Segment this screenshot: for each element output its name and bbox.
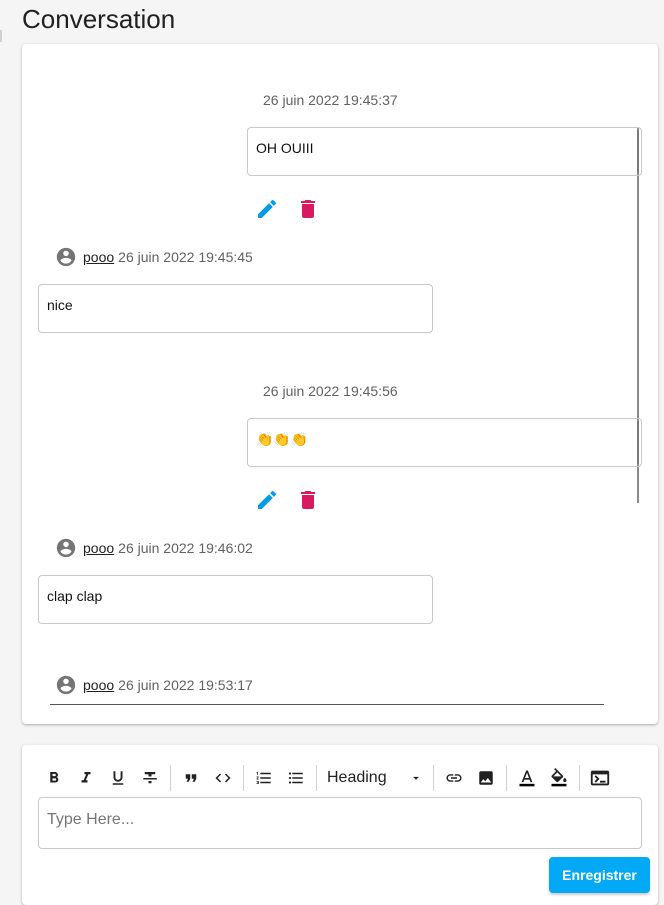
- underline-icon: [112, 771, 124, 785]
- bullet-list-icon: [288, 772, 303, 784]
- quote-button[interactable]: [175, 764, 207, 792]
- underline-button[interactable]: [102, 764, 134, 792]
- italic-icon: [81, 772, 91, 783]
- terminal-icon: [590, 770, 610, 786]
- message-bubble: 👏👏👏: [247, 418, 642, 467]
- message-timestamp: 26 juin 2022 19:53:17: [118, 677, 253, 693]
- image-button[interactable]: [470, 764, 502, 792]
- message-header: pooo 26 juin 2022 19:53:17: [55, 674, 253, 696]
- message-text: 👏👏👏: [256, 431, 309, 447]
- bubble-edge: [637, 130, 639, 173]
- highlight-button[interactable]: [543, 764, 575, 792]
- ordered-list-icon: [256, 772, 271, 784]
- left-edge-tab: [0, 30, 2, 42]
- message-timestamp: 26 juin 2022 19:45:45: [118, 249, 253, 265]
- author-link[interactable]: pooo: [83, 540, 114, 556]
- editor-toolbar: Heading: [38, 763, 648, 793]
- author-link[interactable]: pooo: [83, 249, 114, 265]
- delete-button[interactable]: [296, 488, 320, 512]
- avatar-icon: [56, 247, 76, 267]
- toolbar-divider: [579, 765, 580, 791]
- toolbar-divider: [506, 765, 507, 791]
- link-icon: [446, 774, 462, 782]
- highlight-icon: [551, 768, 567, 787]
- message-editor: Heading Type Here... Enregistrer: [22, 745, 658, 905]
- conversation-panel[interactable]: 26 juin 2022 19:45:37 OH OUIII pooo 26 j…: [22, 44, 658, 724]
- message-input-placeholder: Type Here...: [47, 811, 135, 828]
- toolbar-divider: [316, 765, 317, 791]
- strikethrough-button[interactable]: [134, 764, 166, 792]
- message-header: pooo 26 juin 2022 19:46:02: [55, 537, 253, 559]
- message-bubble: OH OUIII: [247, 127, 642, 176]
- message-timestamp: 26 juin 2022 19:46:02: [118, 540, 253, 556]
- bold-icon: [50, 772, 59, 783]
- message-text: nice: [47, 297, 73, 313]
- bubble-edge: [637, 421, 639, 464]
- heading-label: Heading: [327, 769, 387, 786]
- page-title: Conversation: [22, 4, 176, 34]
- bubble-top-edge: [50, 704, 604, 705]
- toolbar-divider: [170, 765, 171, 791]
- toolbar-divider: [433, 765, 434, 791]
- message-text: clap clap: [47, 588, 103, 604]
- edit-button[interactable]: [255, 197, 279, 221]
- quote-icon: [185, 774, 197, 782]
- message-bubble: nice: [38, 284, 433, 333]
- message-timestamp: 26 juin 2022 19:45:37: [263, 92, 398, 108]
- bold-button[interactable]: [38, 764, 70, 792]
- ordered-list-button[interactable]: [248, 764, 280, 792]
- terminal-button[interactable]: [584, 764, 616, 792]
- message-timestamp: 26 juin 2022 19:45:56: [263, 383, 398, 399]
- image-icon: [479, 771, 493, 785]
- text-color-icon: [519, 770, 535, 787]
- pencil-icon: [258, 199, 277, 218]
- code-button[interactable]: [207, 764, 239, 792]
- heading-select[interactable]: Heading: [321, 769, 429, 787]
- caret-down-icon: [413, 776, 419, 780]
- bullet-list-button[interactable]: [280, 764, 312, 792]
- text-color-button[interactable]: [511, 764, 543, 792]
- pencil-icon: [258, 490, 277, 509]
- message-bubble: clap clap: [38, 575, 433, 624]
- link-button[interactable]: [438, 764, 470, 792]
- code-icon: [215, 773, 231, 783]
- message-header: pooo 26 juin 2022 19:45:45: [55, 246, 253, 268]
- delete-button[interactable]: [296, 197, 320, 221]
- strikethrough-icon: [143, 772, 157, 784]
- message-input[interactable]: Type Here...: [38, 797, 642, 849]
- avatar-icon: [56, 675, 76, 695]
- save-button[interactable]: Enregistrer: [549, 857, 650, 893]
- italic-button[interactable]: [70, 764, 102, 792]
- author-link[interactable]: pooo: [83, 677, 114, 693]
- trash-icon: [301, 200, 315, 218]
- message-text: OH OUIII: [256, 140, 314, 156]
- edit-button[interactable]: [255, 488, 279, 512]
- toolbar-divider: [243, 765, 244, 791]
- avatar-icon: [56, 538, 76, 558]
- trash-icon: [301, 491, 315, 509]
